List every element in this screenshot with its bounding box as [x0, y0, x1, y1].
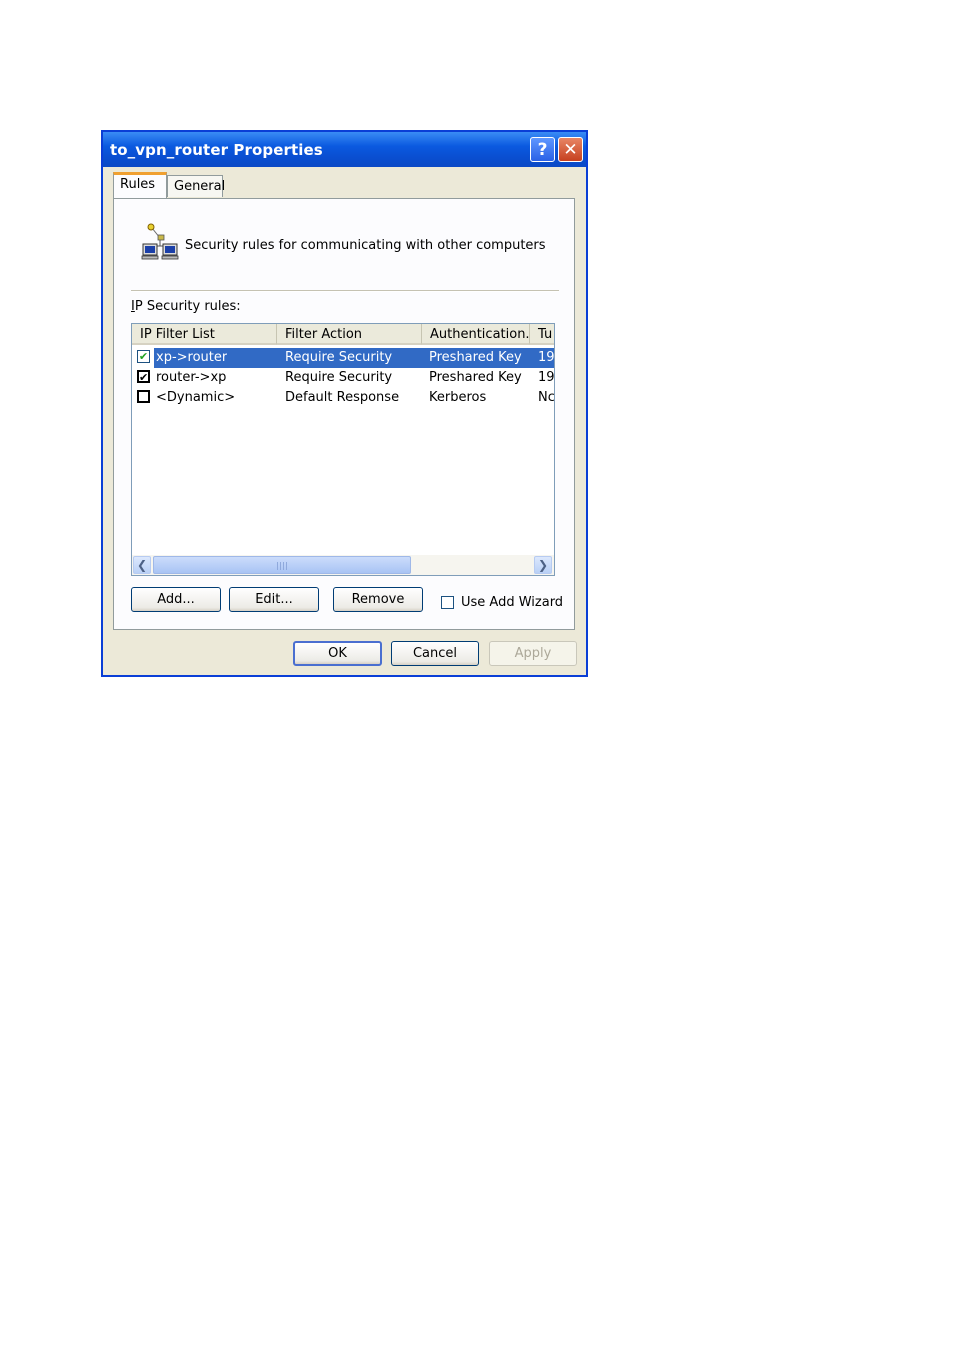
- title-bar[interactable]: to_vpn_router Properties ? ✕: [103, 132, 586, 167]
- tab-general[interactable]: General: [167, 175, 225, 197]
- cell-filter-action: Require Security: [285, 350, 393, 365]
- table-row[interactable]: <Dynamic> Default Response Kerberos Nc: [132, 388, 554, 408]
- apply-button: Apply: [489, 641, 577, 666]
- add-button[interactable]: Add...: [131, 587, 221, 612]
- cell-filter-list: router->xp: [156, 370, 227, 385]
- cell-filter-list: <Dynamic>: [156, 390, 236, 405]
- window-title: to_vpn_router Properties: [110, 141, 323, 159]
- table-row[interactable]: ✔ xp->router Require Security Preshared …: [132, 348, 554, 368]
- properties-dialog: to_vpn_router Properties ? ✕ Rules Gener…: [101, 130, 588, 677]
- cell-tunnel: Nc: [538, 390, 555, 405]
- column-header-filter-action[interactable]: Filter Action: [277, 324, 422, 345]
- rule-checkbox[interactable]: ✔: [137, 350, 150, 363]
- ok-button-label: OK: [328, 646, 347, 661]
- cancel-button-label: Cancel: [412, 646, 458, 661]
- help-button[interactable]: ?: [530, 137, 555, 162]
- ip-security-rules-label-text: P Security rules:: [134, 299, 241, 314]
- use-add-wizard-label: Use Add Wizard: [461, 595, 564, 610]
- cell-authentication: Kerberos: [429, 390, 487, 405]
- remove-button[interactable]: Remove: [333, 587, 423, 612]
- cell-filter-action: Default Response: [285, 390, 400, 405]
- cell-authentication: Preshared Key: [429, 350, 522, 365]
- grip-icon: [277, 562, 287, 570]
- horizontal-scrollbar[interactable]: ❮ ❯: [132, 555, 554, 575]
- rules-description: Security rules for communicating with ot…: [185, 238, 546, 253]
- apply-button-label: Apply: [514, 646, 552, 661]
- cell-filter-list: xp->router: [156, 350, 228, 365]
- cell-tunnel: 19: [538, 350, 555, 365]
- column-header-authentication[interactable]: Authentication...: [422, 324, 530, 345]
- cancel-button[interactable]: Cancel: [391, 641, 479, 666]
- scroll-right-icon[interactable]: ❯: [534, 556, 552, 574]
- column-header-tunnel[interactable]: Tu: [530, 324, 554, 345]
- rule-checkbox[interactable]: ✔: [137, 370, 150, 383]
- network-computers-icon: [139, 222, 181, 262]
- add-button-label: Add...: [157, 592, 195, 607]
- table-row[interactable]: ✔ router->xp Require Security Preshared …: [132, 368, 554, 388]
- rules-list[interactable]: IP Filter List Filter Action Authenticat…: [131, 323, 555, 576]
- edit-button-label: Edit...: [255, 592, 293, 607]
- tab-rules[interactable]: Rules: [113, 172, 167, 198]
- use-add-wizard-checkbox[interactable]: [441, 596, 454, 609]
- cell-tunnel: 19: [538, 370, 555, 385]
- separator: [131, 290, 559, 292]
- cell-filter-action: Require Security: [285, 370, 393, 385]
- ok-button[interactable]: OK: [293, 641, 382, 666]
- scroll-left-icon[interactable]: ❮: [133, 556, 151, 574]
- column-header-filter-list[interactable]: IP Filter List: [132, 324, 277, 345]
- cell-authentication: Preshared Key: [429, 370, 522, 385]
- remove-button-label: Remove: [351, 592, 405, 607]
- rule-checkbox[interactable]: [137, 390, 150, 403]
- close-button[interactable]: ✕: [558, 137, 583, 162]
- scrollbar-thumb[interactable]: [153, 556, 411, 574]
- edit-button[interactable]: Edit...: [229, 587, 319, 612]
- ip-security-rules-label: IP Security rules:: [131, 299, 241, 314]
